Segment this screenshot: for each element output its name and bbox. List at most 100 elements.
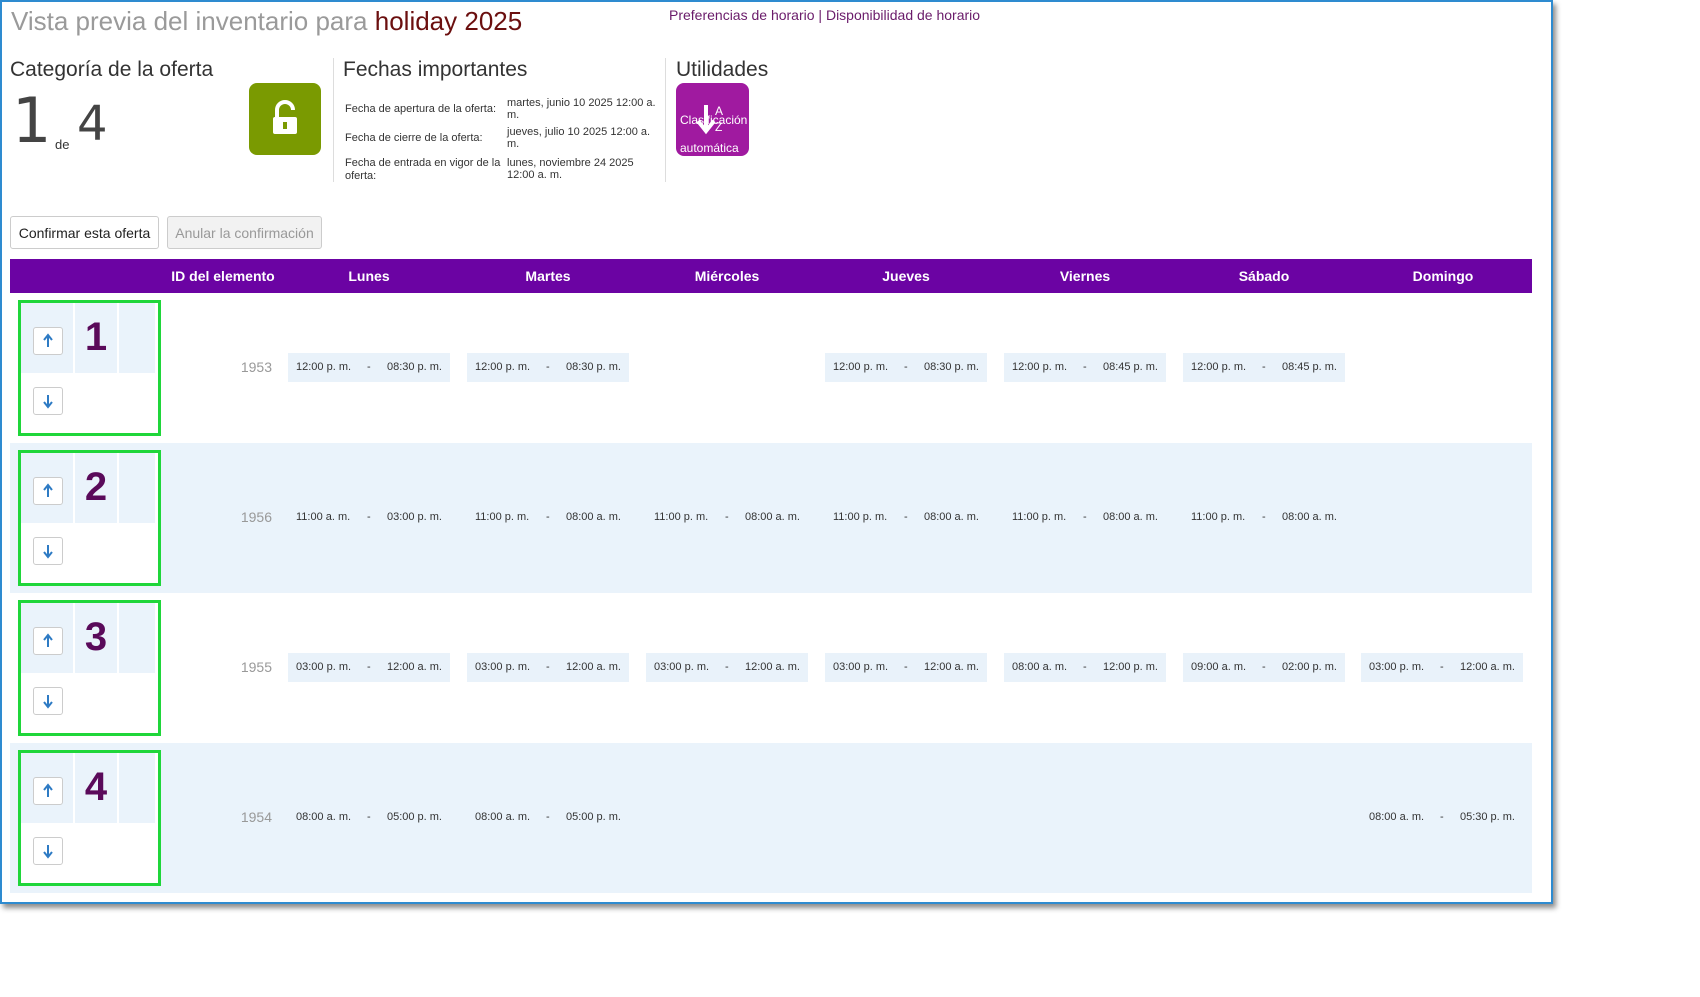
time-separator: - xyxy=(546,661,550,673)
rank-cell xyxy=(119,453,155,523)
opening-date-value: martes, junio 10 2025 12:00 a. m. xyxy=(507,97,656,121)
move-up-button[interactable] xyxy=(33,327,63,355)
end-time: 08:00 a. m. xyxy=(1281,511,1337,523)
column-header-monday: Lunes xyxy=(348,268,390,284)
column-header-thursday: Jueves xyxy=(882,268,930,284)
auto-sort-button[interactable]: A Z Clasificación automática xyxy=(676,83,749,156)
time-separator: - xyxy=(1262,361,1266,373)
app-window: Vista previa del inventario para holiday… xyxy=(0,0,1553,904)
column-header-item-id: ID del elemento xyxy=(171,268,275,284)
end-time: 12:00 p. m. xyxy=(1102,661,1158,673)
move-down-button[interactable] xyxy=(33,537,63,565)
time-separator: - xyxy=(904,511,908,523)
cancel-confirmation-button[interactable]: Anular la confirmación xyxy=(167,216,322,249)
utilities-heading: Utilidades xyxy=(676,58,769,81)
start-time: 11:00 p. m. xyxy=(833,511,888,523)
start-time: 03:00 p. m. xyxy=(654,661,710,673)
schedule-preferences-link[interactable]: Preferencias de horario xyxy=(669,7,815,23)
move-down-button[interactable] xyxy=(33,837,63,865)
table-row: 1 1953 12:00 p. m. - 08:30 p. m. 12:00 p. m. -… xyxy=(10,293,1532,443)
end-time: 12:00 a. m. xyxy=(1459,661,1515,673)
item-id: 1955 xyxy=(240,659,272,675)
time-separator: - xyxy=(904,661,908,673)
arrow-down-icon xyxy=(43,395,53,409)
end-time: 08:45 p. m. xyxy=(1102,361,1158,373)
item-id: 1956 xyxy=(240,509,272,525)
move-down-button[interactable] xyxy=(33,687,63,715)
table-row: 3 1955 03:00 p. m. - 12:00 a. m. 03:00 p. m. -… xyxy=(10,593,1532,743)
column-header-sunday: Domingo xyxy=(1412,268,1474,284)
end-time: 02:00 p. m. xyxy=(1281,661,1337,673)
end-time: 12:00 a. m. xyxy=(386,661,442,673)
end-time: 12:00 a. m. xyxy=(565,661,621,673)
time-separator: - xyxy=(1262,661,1266,673)
end-time: 05:30 p. m. xyxy=(1459,811,1515,823)
time-range-sunday: 08:00 a. m. - 05:30 p. m. xyxy=(1361,803,1523,832)
rank-cell xyxy=(119,303,155,373)
time-range-tuesday: 11:00 p. m. - 08:00 a. m. xyxy=(467,503,629,532)
link-separator: | xyxy=(818,7,823,23)
rank-number: 4 xyxy=(84,765,108,809)
rank-control: 3 xyxy=(18,600,161,736)
end-time: 03:00 p. m. xyxy=(386,511,442,523)
rank-number: 1 xyxy=(84,315,108,359)
start-time: 08:00 a. m. xyxy=(475,811,531,823)
end-time: 08:30 p. m. xyxy=(386,361,442,373)
end-time: 05:00 p. m. xyxy=(565,811,621,823)
time-separator: - xyxy=(1440,811,1444,823)
time-range-wednesday: 03:00 p. m. - 12:00 a. m. xyxy=(646,653,808,682)
dates-heading: Fechas importantes xyxy=(343,58,528,81)
end-time: 08:00 a. m. xyxy=(1102,511,1158,523)
time-range-thursday: 03:00 p. m. - 12:00 a. m. xyxy=(825,653,987,682)
move-up-button[interactable] xyxy=(33,477,63,505)
time-range-monday: 08:00 a. m. - 05:00 p. m. xyxy=(288,803,450,832)
confirm-offer-button[interactable]: Confirmar esta oferta xyxy=(10,216,159,249)
unlock-button[interactable] xyxy=(249,83,321,155)
time-range-thursday: 12:00 p. m. - 08:30 p. m. xyxy=(825,353,987,382)
move-down-button[interactable] xyxy=(33,387,63,415)
start-time: 08:00 a. m. xyxy=(1369,811,1425,823)
table-row: 2 1956 11:00 a. m. - 03:00 p. m. 11:00 p. m. -… xyxy=(10,443,1532,593)
time-separator: - xyxy=(367,661,371,673)
rank-number: 2 xyxy=(84,465,108,509)
move-up-button[interactable] xyxy=(33,777,63,805)
column-header-saturday: Sábado xyxy=(1238,268,1290,284)
time-range-monday: 03:00 p. m. - 12:00 a. m. xyxy=(288,653,450,682)
closing-date-label: Fecha de cierre de la oferta: xyxy=(345,132,483,144)
time-separator: - xyxy=(367,511,371,523)
arrow-up-icon xyxy=(43,783,53,797)
time-range-tuesday: 08:00 a. m. - 05:00 p. m. xyxy=(467,803,629,832)
start-time: 12:00 p. m. xyxy=(1191,361,1247,373)
time-range-friday: 11:00 p. m. - 08:00 a. m. xyxy=(1004,503,1166,532)
start-time: 12:00 p. m. xyxy=(833,361,889,373)
column-header-wednesday: Miércoles xyxy=(694,268,760,284)
end-time: 08:30 p. m. xyxy=(565,361,621,373)
section-divider xyxy=(333,58,334,182)
category-total: 4 xyxy=(77,96,108,152)
top-links: Preferencias de horario | Disponibilidad… xyxy=(669,7,980,23)
category-of-label: de xyxy=(55,137,70,152)
unlock-icon xyxy=(273,100,297,134)
effective-date-label: Fecha de entrada en vigor de la oferta: xyxy=(345,157,501,182)
rank-cell xyxy=(119,753,155,823)
column-header-friday: Viernes xyxy=(1059,268,1111,284)
section-divider xyxy=(665,58,666,182)
table-row: 4 1954 08:00 a. m. - 05:00 p. m. 08:00 a. m. -… xyxy=(10,743,1532,893)
rank-number-cell: 1 xyxy=(75,303,117,373)
time-separator: - xyxy=(1083,661,1087,673)
arrow-up-icon xyxy=(43,633,53,647)
start-time: 09:00 a. m. xyxy=(1191,661,1247,673)
move-up-button[interactable] xyxy=(33,627,63,655)
end-time: 08:00 a. m. xyxy=(744,511,800,523)
time-range-saturday: 09:00 a. m. - 02:00 p. m. xyxy=(1183,653,1345,682)
time-separator: - xyxy=(1083,511,1087,523)
column-header-tuesday: Martes xyxy=(525,268,571,284)
schedule-availability-link[interactable]: Disponibilidad de horario xyxy=(826,7,980,23)
start-time: 08:00 a. m. xyxy=(296,811,352,823)
rank-number-cell: 3 xyxy=(75,603,117,673)
end-time: 05:00 p. m. xyxy=(386,811,442,823)
start-time: 11:00 p. m. xyxy=(1191,511,1246,523)
time-separator: - xyxy=(367,361,371,373)
start-time: 12:00 p. m. xyxy=(1012,361,1068,373)
time-range-monday: 12:00 p. m. - 08:30 p. m. xyxy=(288,353,450,382)
